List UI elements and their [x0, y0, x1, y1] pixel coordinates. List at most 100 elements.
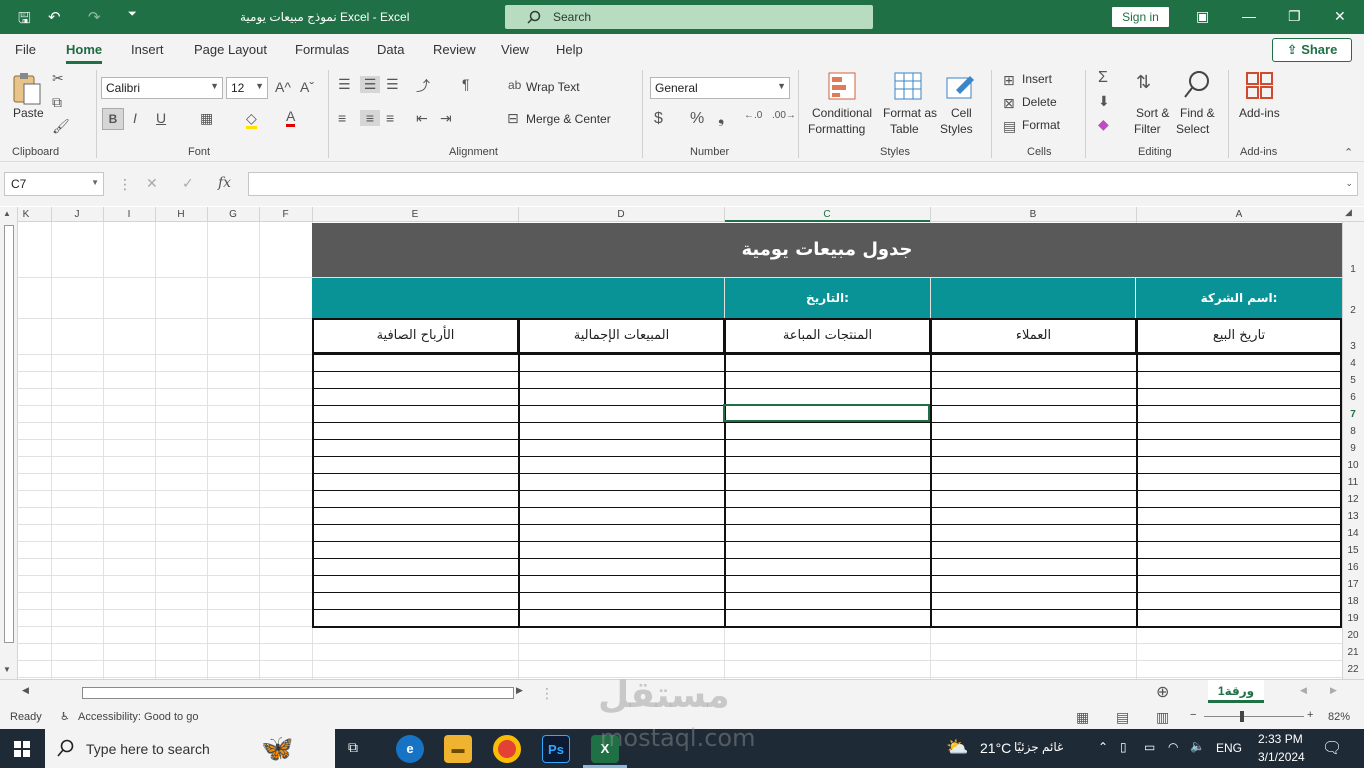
row-header-10[interactable]: 10: [1342, 460, 1364, 471]
conditional-formatting-label2[interactable]: Formatting: [808, 122, 865, 136]
tab-home[interactable]: Home: [66, 42, 102, 57]
worksheet-grid[interactable]: K J I H G F E D C B A ◢ 1 2 3 4 5 6 7 8 9 10 11 12 1…: [0, 207, 1364, 679]
tab-formulas[interactable]: Formulas: [295, 42, 349, 57]
row-header-4[interactable]: 4: [1342, 358, 1364, 369]
minimize-icon[interactable]: —: [1242, 8, 1256, 24]
row-header-11[interactable]: 11: [1342, 477, 1364, 488]
row-header-21[interactable]: 21: [1342, 647, 1364, 658]
cell-styles-button[interactable]: Cell: [951, 106, 972, 120]
sheet-title[interactable]: جدول مبيعات يومية: [312, 223, 1342, 277]
fill-icon[interactable]: ⬇: [1098, 93, 1110, 110]
show-hidden-icons-icon[interactable]: ⌃: [1098, 740, 1108, 754]
weather-description[interactable]: غائم جزئيًا: [1014, 740, 1063, 754]
customize-quick-access-icon[interactable]: ⏷: [128, 8, 137, 21]
vertical-scrollbar[interactable]: ▲ ▼: [0, 207, 18, 679]
undo-icon[interactable]: ↶: [48, 8, 61, 26]
weather-temperature[interactable]: 21°C: [980, 740, 1011, 756]
active-cell-c7[interactable]: [723, 404, 930, 422]
row-header-12[interactable]: 12: [1342, 494, 1364, 505]
autosum-icon[interactable]: Σ: [1098, 69, 1108, 87]
name-box[interactable]: C7 ▼: [4, 172, 104, 196]
share-button[interactable]: ⇪ Share: [1272, 38, 1352, 62]
tab-view[interactable]: View: [501, 42, 529, 57]
sign-in-button[interactable]: Sign in: [1112, 7, 1169, 27]
percent-icon[interactable]: %: [690, 110, 704, 128]
chrome-icon[interactable]: [493, 735, 521, 763]
splitter-icon[interactable]: ⋮: [540, 685, 554, 702]
insert-function-icon[interactable]: fx: [218, 175, 231, 191]
windows-start-icon[interactable]: [14, 741, 30, 757]
excel-icon[interactable]: X: [591, 735, 619, 763]
clear-icon[interactable]: ◆: [1098, 116, 1109, 133]
align-top-icon[interactable]: ☰: [338, 76, 351, 93]
volume-icon[interactable]: 🔈: [1190, 739, 1205, 753]
clock-time[interactable]: 2:33 PM: [1258, 732, 1303, 746]
zoom-level[interactable]: 82%: [1328, 711, 1350, 723]
align-bottom-icon[interactable]: ☰: [386, 76, 399, 93]
align-center-icon[interactable]: ≡: [360, 110, 380, 126]
delete-cells-button[interactable]: Delete: [1022, 95, 1057, 109]
copy-icon[interactable]: ⧉: [52, 94, 62, 111]
row-header-9[interactable]: 9: [1342, 443, 1364, 454]
accessibility-status[interactable]: Accessibility: Good to go: [78, 711, 198, 723]
row-header-13[interactable]: 13: [1342, 511, 1364, 522]
company-name-value[interactable]: [931, 278, 1135, 318]
battery-icon[interactable]: ▭: [1144, 740, 1155, 754]
row-header-2[interactable]: 2: [1342, 305, 1364, 316]
new-sheet-icon[interactable]: ⊕: [1156, 682, 1169, 702]
horizontal-scrollbar[interactable]: [82, 687, 514, 699]
photoshop-icon[interactable]: Ps: [542, 735, 570, 763]
wrap-text-button[interactable]: Wrap Text: [526, 80, 580, 94]
date-label[interactable]: التاريخ:: [725, 278, 930, 318]
italic-icon[interactable]: I: [133, 110, 137, 126]
save-icon[interactable]: 🖫: [18, 8, 31, 33]
merge-center-button[interactable]: Merge & Center: [526, 112, 611, 126]
column-header-d[interactable]: D: [518, 209, 724, 220]
increase-indent-icon[interactable]: ⇥: [440, 110, 452, 127]
header-customers[interactable]: العملاء: [930, 318, 1137, 354]
cancel-icon[interactable]: ✕: [146, 175, 158, 192]
notifications-icon[interactable]: 🗨: [1322, 738, 1342, 758]
scroll-left-icon[interactable]: ◀: [22, 685, 29, 696]
tab-insert[interactable]: Insert: [131, 42, 164, 57]
ribbon-display-icon[interactable]: ▣: [1196, 8, 1209, 25]
conditional-formatting-button[interactable]: Conditional: [812, 106, 872, 120]
paste-label[interactable]: Paste: [13, 106, 44, 120]
scroll-right-icon[interactable]: ▶: [516, 685, 523, 696]
row-header-19[interactable]: 19: [1342, 613, 1364, 624]
meet-icon[interactable]: ▯: [1120, 740, 1127, 754]
tab-help[interactable]: Help: [556, 42, 583, 57]
row-header-20[interactable]: 20: [1342, 630, 1364, 641]
cell-styles-label2[interactable]: Styles: [940, 122, 973, 136]
decrease-font-icon[interactable]: Aˇ: [300, 79, 314, 95]
enter-icon[interactable]: ✓: [182, 175, 194, 192]
row-header-22[interactable]: 22: [1342, 664, 1364, 675]
comma-style-icon[interactable]: ❟: [718, 110, 724, 128]
column-header-b[interactable]: B: [930, 209, 1136, 220]
input-language[interactable]: ENG: [1216, 741, 1242, 755]
font-name-dropdown[interactable]: Calibri ▼: [101, 77, 223, 99]
increase-font-icon[interactable]: A^: [275, 79, 291, 95]
search-box[interactable]: Search: [505, 5, 873, 29]
rtl-icon[interactable]: ¶: [462, 76, 470, 92]
column-header-f[interactable]: F: [259, 209, 312, 220]
page-layout-view-icon[interactable]: ▤: [1116, 709, 1129, 726]
fill-color-icon[interactable]: ◇: [246, 110, 257, 129]
row-header-7[interactable]: 7: [1342, 409, 1364, 420]
font-color-icon[interactable]: A: [286, 108, 296, 127]
tab-data[interactable]: Data: [377, 42, 404, 57]
row-header-1[interactable]: 1: [1342, 264, 1364, 275]
company-name-label[interactable]: اسم الشركة:: [1136, 278, 1342, 318]
align-middle-icon[interactable]: ☰: [360, 76, 380, 93]
column-header-i[interactable]: I: [103, 209, 155, 220]
page-break-view-icon[interactable]: ▥: [1156, 709, 1169, 726]
close-icon[interactable]: ✕: [1334, 8, 1346, 25]
date-value[interactable]: [312, 278, 724, 318]
decrease-indent-icon[interactable]: ⇤: [416, 110, 428, 127]
format-cells-button[interactable]: Format: [1022, 118, 1060, 132]
row-header-18[interactable]: 18: [1342, 596, 1364, 607]
header-sale-date[interactable]: تاريخ البيع: [1136, 318, 1342, 354]
column-header-a[interactable]: A: [1136, 209, 1342, 220]
edge-icon[interactable]: e: [396, 735, 424, 763]
column-header-g[interactable]: G: [207, 209, 259, 220]
